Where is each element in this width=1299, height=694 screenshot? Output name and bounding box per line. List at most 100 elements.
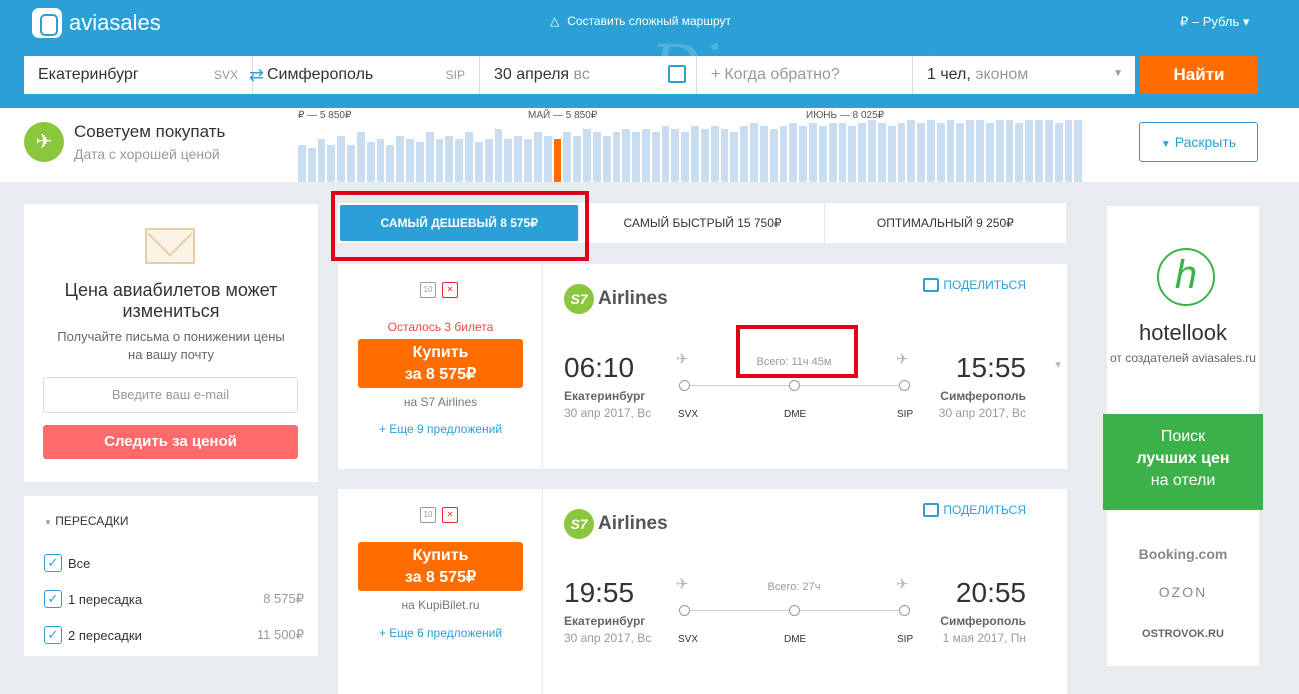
price-bar[interactable] <box>917 123 925 182</box>
price-bar[interactable] <box>641 129 650 182</box>
price-bar[interactable] <box>386 144 395 182</box>
destination-field[interactable]: Симферополь SIP <box>253 56 480 94</box>
price-bar[interactable] <box>425 132 434 182</box>
price-bar[interactable] <box>681 132 690 182</box>
price-bar[interactable] <box>1015 123 1024 182</box>
price-bar[interactable] <box>1054 123 1063 182</box>
price-bar[interactable] <box>376 138 385 182</box>
price-bar[interactable] <box>946 120 955 182</box>
price-bar[interactable] <box>818 126 827 182</box>
price-bar[interactable] <box>396 135 405 182</box>
price-bar[interactable] <box>838 123 847 182</box>
price-bar[interactable] <box>622 129 631 182</box>
more-offers-link[interactable]: + Еще 6 предложений <box>338 626 543 640</box>
filter-title[interactable]: ▼ ПЕРЕСАДКИ <box>44 514 128 528</box>
price-bar[interactable] <box>465 132 473 182</box>
price-bar[interactable] <box>1064 120 1073 182</box>
price-bar[interactable] <box>602 135 611 182</box>
price-bar[interactable] <box>927 120 935 182</box>
ozon-logo[interactable]: OZON <box>1107 584 1259 600</box>
price-bar[interactable] <box>337 135 346 182</box>
currency-select[interactable]: ₽ – Рубль ▾ <box>1180 14 1249 30</box>
price-bar[interactable] <box>661 126 670 182</box>
price-bar[interactable] <box>406 138 414 182</box>
price-bar[interactable] <box>504 138 513 182</box>
price-bar[interactable] <box>494 129 503 182</box>
price-bar[interactable] <box>563 132 572 182</box>
price-bar[interactable] <box>897 123 906 182</box>
return-date-field[interactable]: + Когда обратно? <box>697 56 913 94</box>
price-bar[interactable] <box>307 147 316 182</box>
price-bar[interactable] <box>1074 120 1083 182</box>
track-price-button[interactable]: Следить за ценой <box>43 425 298 459</box>
price-bar[interactable] <box>868 120 876 182</box>
calendar-icon[interactable] <box>668 65 686 83</box>
price-bar[interactable] <box>936 123 945 182</box>
checkbox[interactable]: ✓ <box>44 590 62 608</box>
price-bar[interactable] <box>524 138 532 182</box>
price-bar[interactable] <box>1025 120 1034 182</box>
passengers-field[interactable]: 1 чел, эконом ▼ <box>913 56 1135 94</box>
price-bar[interactable] <box>347 144 355 182</box>
price-bar[interactable] <box>789 123 798 182</box>
more-offers-link[interactable]: + Еще 9 предложений <box>338 422 543 436</box>
checkbox[interactable]: ✓ <box>44 554 62 572</box>
depart-date-field[interactable]: 30 апреля вс <box>480 56 697 94</box>
filter-row[interactable]: ✓ 1 пересадка 8 575₽ <box>44 590 304 608</box>
price-bar[interactable] <box>533 132 542 182</box>
price-bar[interactable] <box>720 129 729 182</box>
checkbox[interactable]: ✓ <box>44 626 62 644</box>
price-bar[interactable] <box>985 123 994 182</box>
price-bar[interactable] <box>474 141 483 182</box>
price-bar[interactable] <box>543 135 552 182</box>
price-bar[interactable] <box>858 123 867 182</box>
filter-row[interactable]: ✓ Все <box>44 554 304 572</box>
price-bar[interactable] <box>809 123 817 182</box>
price-bar[interactable] <box>1035 120 1043 182</box>
price-bar[interactable] <box>828 123 837 182</box>
price-bar[interactable] <box>327 144 336 182</box>
price-bar[interactable] <box>612 132 621 182</box>
price-bar[interactable] <box>651 132 660 182</box>
logo[interactable]: aviasales <box>32 8 161 38</box>
price-bar[interactable] <box>415 141 424 182</box>
price-bar[interactable] <box>435 138 444 182</box>
price-bar[interactable] <box>583 129 591 182</box>
price-bar[interactable] <box>976 120 984 182</box>
price-bar[interactable] <box>514 135 523 182</box>
price-bar[interactable] <box>750 123 758 182</box>
price-bar[interactable] <box>592 132 601 182</box>
buy-button[interactable]: Купить за 8 575₽ <box>358 542 523 591</box>
price-bar[interactable] <box>730 132 739 182</box>
origin-field[interactable]: Екатеринбург SVX ⇄ <box>24 56 264 94</box>
booking-logo[interactable]: Booking.com <box>1107 546 1259 562</box>
share-link[interactable]: ПОДЕЛИТЬСЯ <box>923 503 1026 517</box>
price-bar[interactable] <box>366 141 375 182</box>
price-bar[interactable] <box>455 138 464 182</box>
price-bar[interactable] <box>298 144 306 182</box>
price-bar[interactable] <box>484 138 493 182</box>
price-bar[interactable] <box>573 135 582 182</box>
expand-ticket-icon[interactable]: ▼ <box>1053 360 1063 371</box>
price-bar[interactable] <box>995 120 1004 182</box>
price-bar[interactable] <box>700 129 709 182</box>
find-button[interactable]: Найти <box>1140 56 1258 94</box>
price-bar[interactable] <box>779 126 788 182</box>
price-bar[interactable] <box>799 126 808 182</box>
price-bar[interactable] <box>671 129 680 182</box>
price-bar[interactable] <box>317 138 326 182</box>
price-bar[interactable] <box>632 132 640 182</box>
price-bar[interactable] <box>1005 120 1014 182</box>
price-bar[interactable] <box>710 126 719 182</box>
price-bar[interactable] <box>1044 120 1053 182</box>
swap-icon[interactable]: ⇄ <box>249 65 264 86</box>
price-bar[interactable] <box>966 120 975 182</box>
price-bar[interactable] <box>887 126 896 182</box>
hotel-search-banner[interactable]: Поиск лучших цен на отели <box>1103 414 1263 510</box>
ostrovok-logo[interactable]: OSTROVOK.RU <box>1107 628 1259 640</box>
price-bars[interactable] <box>298 120 1083 182</box>
price-bar[interactable] <box>740 126 749 182</box>
email-field[interactable]: Введите ваш e-mail <box>43 377 298 413</box>
price-bar[interactable] <box>445 135 454 182</box>
price-bar[interactable] <box>956 123 965 182</box>
